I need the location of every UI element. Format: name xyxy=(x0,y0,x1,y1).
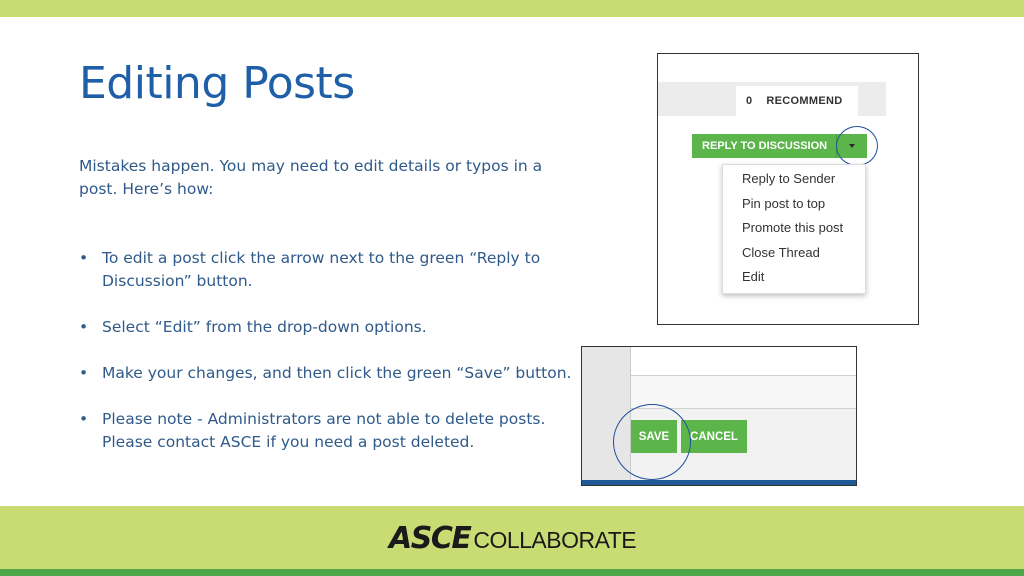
top-accent-bar xyxy=(0,0,1024,17)
highlight-circle xyxy=(836,126,878,166)
bullet-item: To edit a post click the arrow next to t… xyxy=(79,247,579,293)
recommend-label: RECOMMEND xyxy=(766,95,843,107)
footer-strip xyxy=(0,569,1024,576)
highlight-circle xyxy=(613,404,691,480)
reply-label: REPLY TO DISCUSSION xyxy=(702,140,828,152)
slide-title: Editing Posts xyxy=(79,58,355,109)
dropdown-menu: Reply to Sender Pin post to top Promote … xyxy=(722,164,866,294)
save-cancel-screenshot: SAVE CANCEL xyxy=(581,346,857,486)
instruction-list: To edit a post click the arrow next to t… xyxy=(79,247,579,477)
menu-item-close-thread[interactable]: Close Thread xyxy=(723,241,865,266)
logo-asce: ASCE xyxy=(389,521,472,556)
recommend-button[interactable]: 0 RECOMMEND xyxy=(736,86,858,116)
recommend-count: 0 xyxy=(746,95,753,107)
editor-row xyxy=(631,376,856,409)
intro-text: Mistakes happen. You may need to edit de… xyxy=(79,157,543,198)
menu-item-reply-to-sender[interactable]: Reply to Sender xyxy=(723,167,865,192)
cancel-button[interactable]: CANCEL xyxy=(681,420,747,453)
menu-item-pin-post[interactable]: Pin post to top xyxy=(723,192,865,217)
menu-item-edit[interactable]: Edit xyxy=(723,265,865,290)
asce-collaborate-logo: ASCE COLLABORATE xyxy=(389,521,637,557)
menu-item-promote-post[interactable]: Promote this post xyxy=(723,216,865,241)
editor-row xyxy=(631,347,856,376)
bullet-item: Make your changes, and then click the gr… xyxy=(79,362,579,385)
reply-dropdown-screenshot: 0 RECOMMEND REPLY TO DISCUSSION Reply to… xyxy=(657,53,919,325)
bullet-item: Please note - Administrators are not abl… xyxy=(79,408,579,454)
logo-collaborate: COLLABORATE xyxy=(473,527,637,553)
footer-line xyxy=(582,480,856,485)
bullet-item: Select “Edit” from the drop-down options… xyxy=(79,316,579,339)
